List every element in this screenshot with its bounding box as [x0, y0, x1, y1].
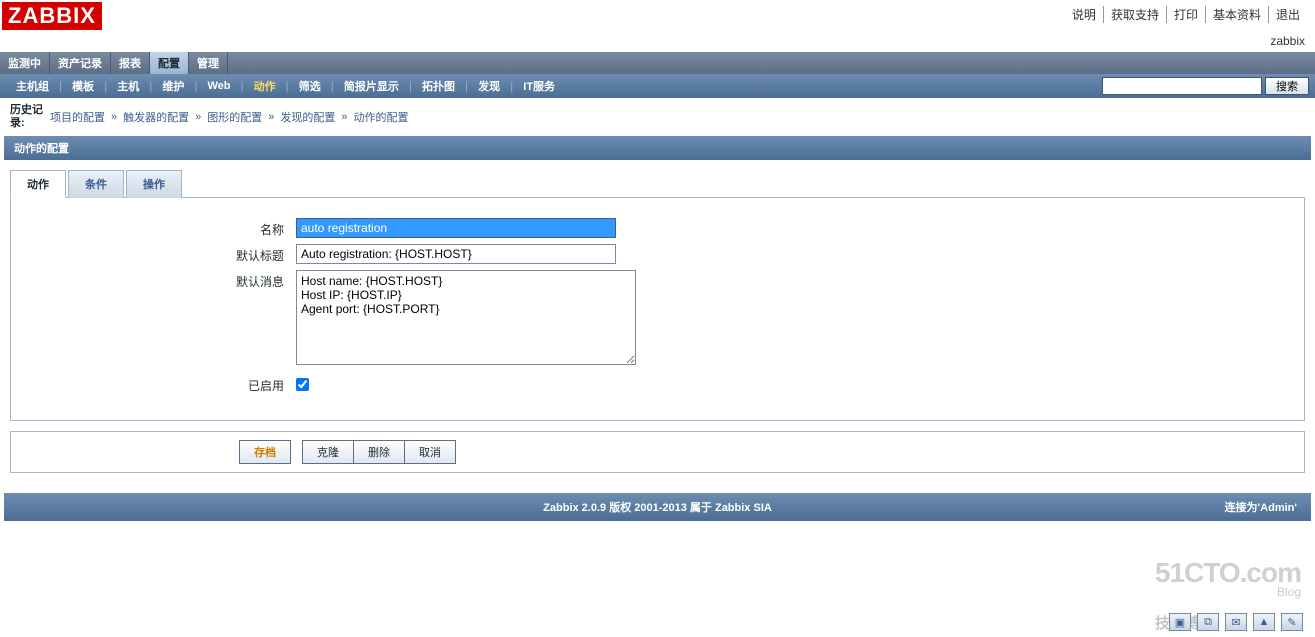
- history-item[interactable]: 动作的配置: [354, 109, 409, 125]
- form-panel: 名称 默认标题 默认消息 Host name: {HOST.HOST} Host…: [10, 197, 1305, 421]
- top-link-print[interactable]: 打印: [1167, 6, 1206, 23]
- name-input[interactable]: [296, 218, 616, 238]
- delete-button[interactable]: 删除: [353, 440, 405, 464]
- sub-menu: 主机组| 模板| 主机| 维护| Web| 动作| 筛选| 简报片显示| 拓扑图…: [0, 74, 1315, 98]
- search-input[interactable]: [1102, 77, 1262, 95]
- tab-conditions[interactable]: 条件: [68, 170, 124, 198]
- enabled-label: 已启用: [21, 374, 296, 394]
- tab-bar: 动作 条件 操作: [10, 170, 1315, 198]
- submenu-hosts[interactable]: 主机: [107, 78, 149, 94]
- toolbar-icon[interactable]: ✎: [1281, 613, 1303, 631]
- top-link-help[interactable]: 说明: [1065, 6, 1104, 23]
- history-item[interactable]: 项目的配置: [50, 109, 105, 125]
- top-link-profile[interactable]: 基本资料: [1206, 6, 1269, 23]
- enabled-checkbox[interactable]: [296, 378, 309, 391]
- tab-operations[interactable]: 操作: [126, 170, 182, 198]
- menu-admin[interactable]: 管理: [189, 52, 228, 74]
- clone-button[interactable]: 克隆: [302, 440, 354, 464]
- menu-reports[interactable]: 报表: [111, 52, 150, 74]
- submenu-maintenance[interactable]: 维护: [152, 78, 194, 94]
- menu-config[interactable]: 配置: [150, 52, 189, 74]
- submenu-discovery[interactable]: 发现: [468, 78, 510, 94]
- submenu-maps[interactable]: 拓扑图: [412, 78, 465, 94]
- subject-label: 默认标题: [21, 244, 296, 264]
- bottom-toolbar: ▣ ⧉ ✉ ▲ ✎: [1169, 613, 1303, 631]
- name-label: 名称: [21, 218, 296, 238]
- watermark: 51CTO.com Blog: [1155, 557, 1301, 599]
- search-button[interactable]: 搜索: [1265, 77, 1309, 95]
- submenu-itservices[interactable]: IT服务: [513, 78, 565, 94]
- top-link-logout[interactable]: 退出: [1269, 6, 1307, 23]
- toolbar-icon[interactable]: ▲: [1253, 613, 1275, 631]
- footer-text: Zabbix 2.0.9 版权 2001-2013 属于 Zabbix SIA: [543, 499, 772, 515]
- tab-action[interactable]: 动作: [10, 170, 66, 198]
- submenu-hostgroups[interactable]: 主机组: [6, 78, 59, 94]
- cancel-button[interactable]: 取消: [404, 440, 456, 464]
- submenu-actions[interactable]: 动作: [244, 78, 286, 94]
- footer: Zabbix 2.0.9 版权 2001-2013 属于 Zabbix SIA …: [4, 493, 1311, 521]
- user-label: zabbix: [0, 32, 1315, 52]
- menu-inventory[interactable]: 资产记录: [50, 52, 111, 74]
- footer-user: 连接为'Admin': [1225, 499, 1297, 515]
- logo: ZABBIX: [2, 2, 102, 30]
- menu-monitoring[interactable]: 监测中: [0, 52, 50, 74]
- section-header: 动作的配置: [4, 136, 1311, 160]
- top-link-support[interactable]: 获取支持: [1104, 6, 1167, 23]
- submenu-templates[interactable]: 模板: [62, 78, 104, 94]
- toolbar-icon[interactable]: ✉: [1225, 613, 1247, 631]
- message-label: 默认消息: [21, 270, 296, 290]
- toolbar-icon[interactable]: ▣: [1169, 613, 1191, 631]
- save-button[interactable]: 存档: [239, 440, 291, 464]
- submenu-web[interactable]: Web: [198, 80, 241, 92]
- history-item[interactable]: 发现的配置: [280, 109, 335, 125]
- toolbar-icon[interactable]: ⧉: [1197, 613, 1219, 631]
- history-item[interactable]: 图形的配置: [207, 109, 262, 125]
- subject-input[interactable]: [296, 244, 616, 264]
- history-item[interactable]: 触发器的配置: [123, 109, 189, 125]
- history-label: 历史记录:: [10, 104, 50, 130]
- submenu-filters[interactable]: 筛选: [289, 78, 331, 94]
- submenu-screens[interactable]: 简报片显示: [334, 78, 409, 94]
- main-menu: 监测中 资产记录 报表 配置 管理: [0, 52, 1315, 74]
- button-panel: 存档 克隆 删除 取消: [10, 431, 1305, 473]
- top-links: 说明 获取支持 打印 基本资料 退出: [1065, 6, 1307, 23]
- message-textarea[interactable]: Host name: {HOST.HOST} Host IP: {HOST.IP…: [296, 270, 636, 365]
